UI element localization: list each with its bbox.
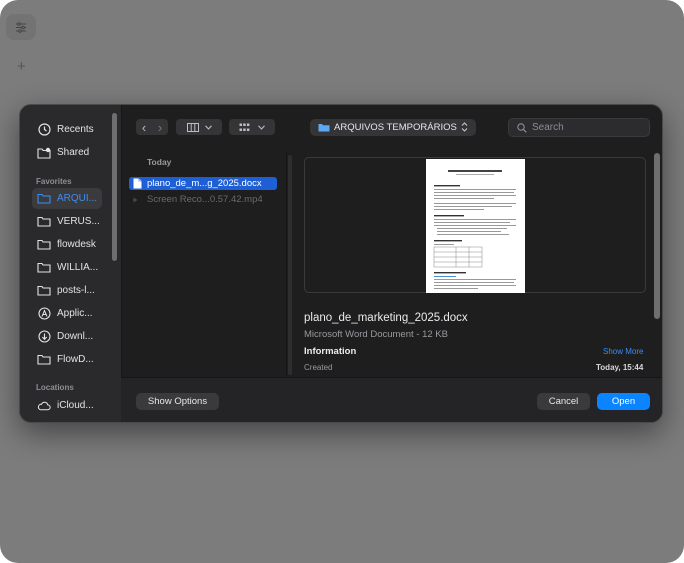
clock-icon [37,123,51,137]
cancel-button[interactable]: Cancel [537,393,590,410]
chevron-updown-icon [461,122,468,132]
file-row[interactable]: plano_de_m...g_2025.docx [129,177,277,190]
sidebar-item-verus[interactable]: VERUS... [32,211,102,232]
folder-icon [37,261,51,275]
applications-icon [37,307,51,321]
show-options-button[interactable]: Show Options [136,393,219,410]
sidebar-item-label: Shared [57,147,90,158]
new-item-button[interactable]: + [17,58,26,75]
sidebar-item-flowd[interactable]: FlowD... [32,349,102,370]
back-forward-group: ‹ › [136,119,168,135]
grid-icon [239,123,250,131]
sidebar-item-label: Downl... [57,331,94,342]
sidebar-item-label: VERUS... [57,216,100,227]
file-name: Screen Reco...0.57.42.mp4 [147,194,263,205]
sidebar-item-label: iCloud... [57,400,94,411]
sidebar-item-flowdesk[interactable]: flowdesk [32,234,102,255]
search-icon [517,122,527,133]
sidebar-item-posts[interactable]: posts-l... [32,280,102,301]
file-name: plano_de_m...g_2025.docx [147,178,262,189]
group-by-button[interactable] [229,119,275,135]
search-field[interactable] [508,118,650,137]
sidebar-item-label: ARQUI... [57,193,98,204]
list-group-header: Today [147,157,172,167]
sidebar-item-william[interactable]: WILLIA... [32,257,102,278]
column-scrollbar[interactable] [288,155,292,375]
sidebar-item-downloads[interactable]: Downl... [32,326,102,347]
folder-icon [37,215,51,229]
location-popup[interactable]: ARQUIVOS TEMPORÁRIOS [310,119,476,136]
download-icon [37,330,51,344]
sidebar-item-recents[interactable]: Recents [32,119,102,140]
sidebar-item-applications[interactable]: Applic... [32,303,102,324]
sidebar-toggle-button[interactable] [6,14,36,40]
created-value: Today, 15:44 [596,363,644,372]
cloud-icon [37,399,51,413]
preview-file-kind: Microsoft Word Document - 12 KB [304,329,448,340]
sidebar-item-label: Applic... [57,308,93,319]
shared-folder-icon [37,146,51,160]
chevron-down-icon [204,124,212,130]
show-more-link[interactable]: Show More [603,347,643,356]
columns-view-icon [186,122,199,132]
sidebar-item-icloud[interactable]: iCloud... [32,395,102,416]
open-button[interactable]: Open [597,393,650,410]
sidebar-scrollbar[interactable] [112,113,117,261]
sidebar-item-label: flowdesk [57,239,96,250]
view-mode-button[interactable] [176,119,222,135]
information-heading: Information [304,346,357,357]
folder-icon [37,192,51,206]
preview-file-name: plano_de_marketing_2025.docx [304,312,468,324]
preview-scrollbar[interactable] [654,153,660,319]
back-button[interactable]: ‹ [136,120,152,135]
current-folder-label: ARQUIVOS TEMPORÁRIOS [334,122,457,133]
sidebar-section-favorites: Favorites [36,177,72,186]
folder-icon [37,284,51,298]
forward-button[interactable]: › [152,120,168,135]
folder-icon [318,124,330,132]
folder-icon [37,238,51,252]
sliders-icon [16,21,26,33]
sidebar-item-label: posts-l... [57,285,95,296]
disclosure-triangle-icon [133,197,138,202]
open-file-dialog: Recents Shared Favorites ARQUI... VERUS.… [19,104,663,423]
folder-icon [37,353,51,367]
file-row[interactable]: Screen Reco...0.57.42.mp4 [129,193,277,206]
sidebar-item-label: FlowD... [57,354,94,365]
document-thumbnail [426,159,525,293]
sidebar-item-shared[interactable]: Shared [32,142,102,163]
file-preview [304,157,646,293]
sidebar-item-label: Recents [57,124,94,135]
sidebar-item-arquivos[interactable]: ARQUI... [32,188,102,209]
search-input[interactable] [532,122,632,133]
sidebar: Recents Shared Favorites ARQUI... VERUS.… [20,105,122,422]
document-icon [133,178,142,189]
created-label: Created [304,363,333,372]
column-divider[interactable] [286,153,287,375]
sidebar-section-locations: Locations [36,383,74,392]
sidebar-item-label: WILLIA... [57,262,99,273]
chevron-down-icon [258,124,265,130]
